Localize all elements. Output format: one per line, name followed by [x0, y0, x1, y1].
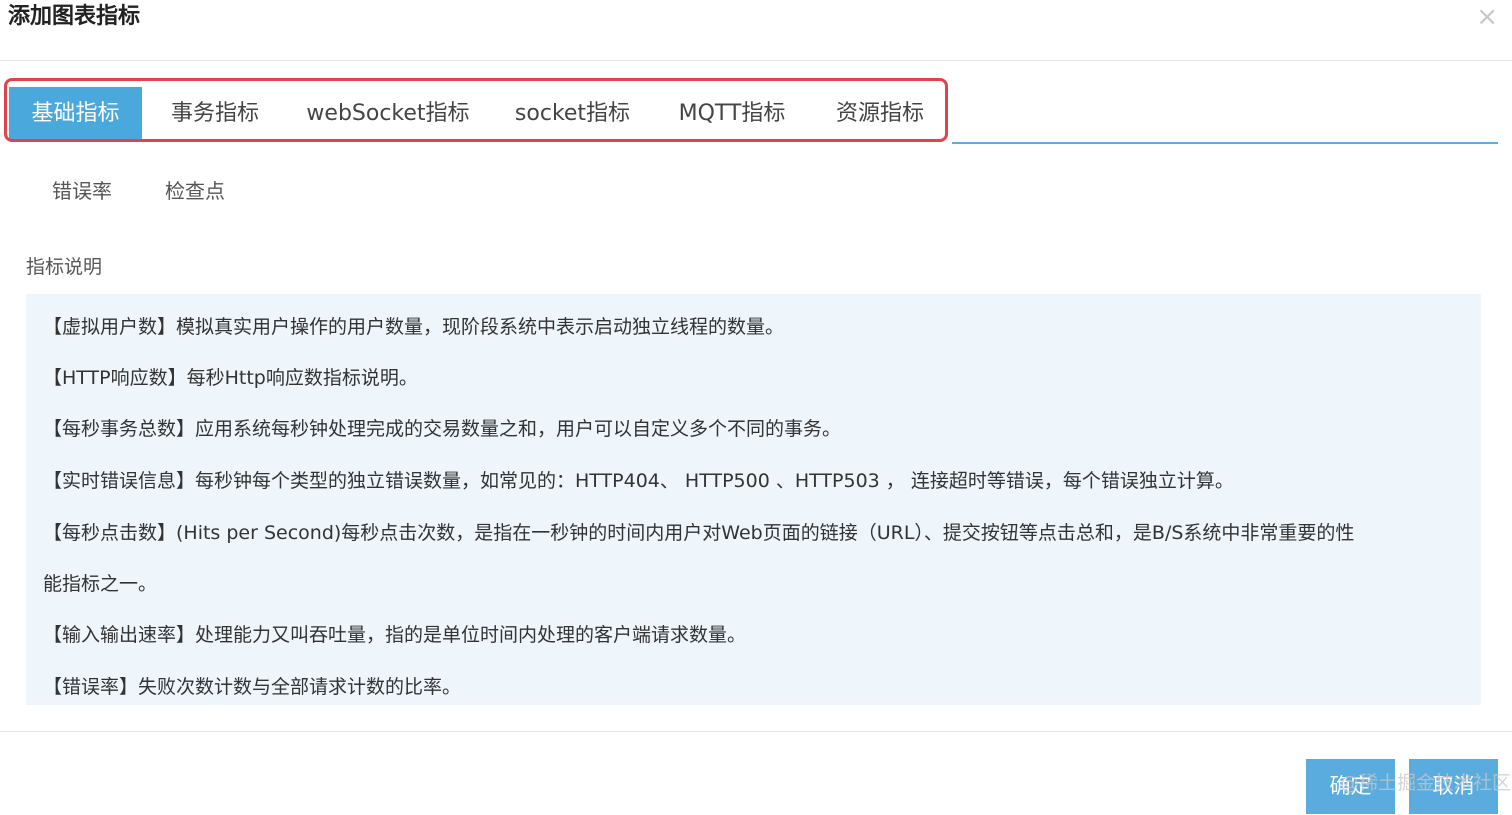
add-chart-metric-dialog: 添加图表指标 × 基础指标 事务指标 webSocket指标 socket指标 … — [0, 0, 1512, 815]
dialog-footer: 确定 取消 @稀土掘金技术社区 — [0, 731, 1512, 815]
description-line: 【HTTP响应数】每秒Http响应数指标说明。 — [43, 367, 418, 389]
tabs-underline — [952, 142, 1498, 144]
dialog-header: 添加图表指标 × — [0, 0, 1512, 61]
metric-description-label: 指标说明 — [26, 256, 103, 278]
tabs-highlight-box — [4, 78, 948, 142]
description-line: 能指标之一。 — [43, 573, 158, 595]
description-line: 【每秒事务总数】应用系统每秒钟处理完成的交易数量之和，用户可以自定义多个不同的事… — [43, 418, 842, 440]
metric-category-tabs: 基础指标 事务指标 webSocket指标 socket指标 MQTT指标 资源… — [0, 76, 1512, 148]
description-line: 【每秒点击数】(Hits per Second)每秒点击次数，是指在一秒钟的时间… — [43, 522, 1355, 544]
description-line: 【输入输出速率】处理能力又叫吞吐量，指的是单位时间内处理的客户端请求数量。 — [43, 624, 747, 646]
close-icon[interactable]: × — [1476, 2, 1498, 32]
metric-description-panel: 【虚拟用户数】模拟真实用户操作的用户数量，现阶段系统中表示启动独立线程的数量。 … — [26, 294, 1481, 705]
confirm-button[interactable]: 确定 — [1306, 759, 1395, 814]
description-line: 【虚拟用户数】模拟真实用户操作的用户数量，现阶段系统中表示启动独立线程的数量。 — [43, 316, 785, 338]
description-line: 【实时错误信息】每秒钟每个类型的独立错误数量，如常见的：HTTP404、 HTT… — [43, 470, 1234, 492]
dialog-title: 添加图表指标 — [8, 4, 141, 29]
description-line: 【错误率】失败次数计数与全部请求计数的比率。 — [43, 676, 462, 698]
cancel-button[interactable]: 取消 — [1409, 759, 1498, 814]
subtab-error-rate[interactable]: 错误率 — [52, 176, 112, 206]
subtab-checkpoint[interactable]: 检查点 — [165, 176, 225, 206]
